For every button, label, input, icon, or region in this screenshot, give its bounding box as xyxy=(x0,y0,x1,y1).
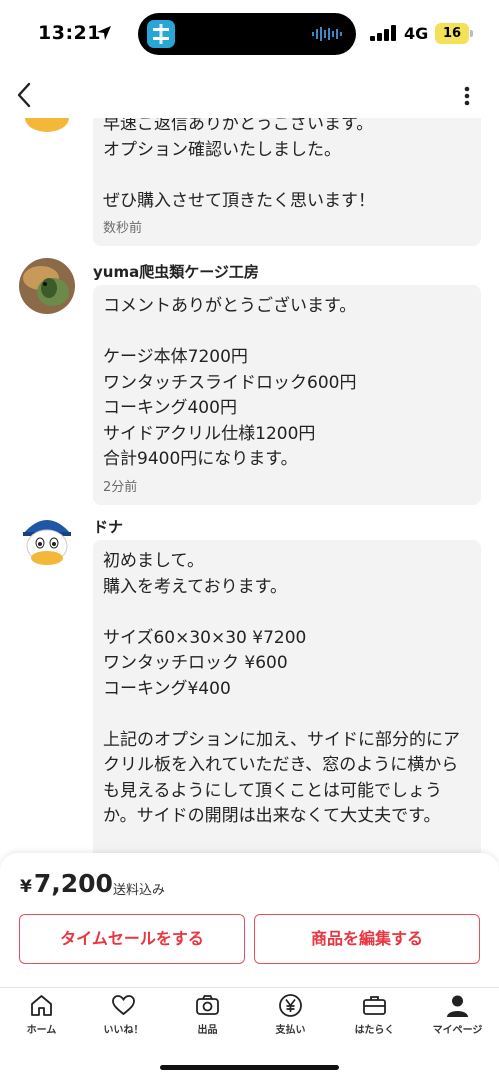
comment-bubble: コメントありがとうございます。 ケージ本体7200円 ワンタッチスライドロック6… xyxy=(93,285,481,505)
tab-home[interactable]: ホーム xyxy=(0,988,83,1044)
more-options-icon[interactable] xyxy=(455,82,479,110)
comments-list[interactable]: 早速ご返信ありがとうございます。 オプション確認いたしました。 ぜひ購入させて頂… xyxy=(0,118,499,856)
comment-time: 2分前 xyxy=(103,479,138,495)
audio-wave-icon xyxy=(312,27,342,41)
calculator-app-icon xyxy=(147,20,175,48)
shipping-label: 送料込み xyxy=(113,883,166,898)
yen-icon xyxy=(279,994,302,1017)
battery-indicator: 16 xyxy=(435,23,473,44)
bottom-action-sheet: ¥7,200 送料込み タイムセールをする 商品を編集する xyxy=(0,853,499,987)
price-currency: ¥ xyxy=(20,877,32,897)
tab-label: はたらく xyxy=(354,1025,395,1036)
location-arrow-icon xyxy=(97,26,111,40)
tab-payment[interactable]: 支払い xyxy=(249,988,332,1044)
top-nav xyxy=(0,72,499,118)
tab-mypage[interactable]: マイページ xyxy=(416,988,499,1044)
comment-text: コメントありがとうございます。 ケージ本体7200円 ワンタッチスライドロック6… xyxy=(103,296,357,469)
price: ¥7,200 xyxy=(20,869,113,898)
avatar[interactable] xyxy=(19,512,75,568)
tab-likes[interactable]: いいね！ xyxy=(82,988,165,1044)
comment-username[interactable]: ドナ xyxy=(93,516,123,537)
briefcase-icon xyxy=(363,996,386,1015)
tab-label: いいね！ xyxy=(103,1025,144,1036)
status-bar: 13:21 4G 16 xyxy=(0,0,499,70)
avatar[interactable] xyxy=(19,258,75,314)
tab-work[interactable]: はたらく xyxy=(333,988,416,1044)
camera-icon xyxy=(196,995,219,1015)
back-icon[interactable] xyxy=(10,78,40,112)
edit-item-button[interactable]: 商品を編集する xyxy=(254,914,480,964)
price-amount: 7,200 xyxy=(33,869,113,898)
comment-time: 数秒前 xyxy=(103,221,143,236)
network-type: 4G xyxy=(404,24,429,43)
tab-label: ホーム xyxy=(26,1025,57,1036)
home-indicator[interactable] xyxy=(160,1065,339,1070)
comment-text: 初めまして。 購入を考えております。 サイズ60×30×30 ¥7200 ワンタ… xyxy=(103,551,460,826)
status-time: 13:21 xyxy=(38,22,101,44)
tab-label: 出品 xyxy=(197,1025,218,1036)
avatar[interactable] xyxy=(19,118,75,134)
signal-icon xyxy=(370,25,396,41)
person-icon xyxy=(447,995,468,1017)
comment-bubble: 早速ご返信ありがとうございます。 オプション確認いたしました。 ぜひ購入させて頂… xyxy=(93,118,481,246)
tab-label: マイページ xyxy=(432,1025,483,1036)
home-icon xyxy=(31,995,52,1016)
heart-icon xyxy=(112,995,135,1016)
comment-text: 早速ご返信ありがとうございます。 オプション確認いたしました。 ぜひ購入させて頂… xyxy=(103,118,375,211)
comment-username[interactable]: yuma爬虫類ケージ工房 xyxy=(93,261,259,282)
dynamic-island xyxy=(138,13,356,55)
timesale-button[interactable]: タイムセールをする xyxy=(19,914,245,964)
tab-label: 支払い xyxy=(275,1025,306,1036)
tab-sell[interactable]: 出品 xyxy=(166,988,249,1044)
comment-bubble: 初めまして。 購入を考えております。 サイズ60×30×30 ¥7200 ワンタ… xyxy=(93,540,481,856)
